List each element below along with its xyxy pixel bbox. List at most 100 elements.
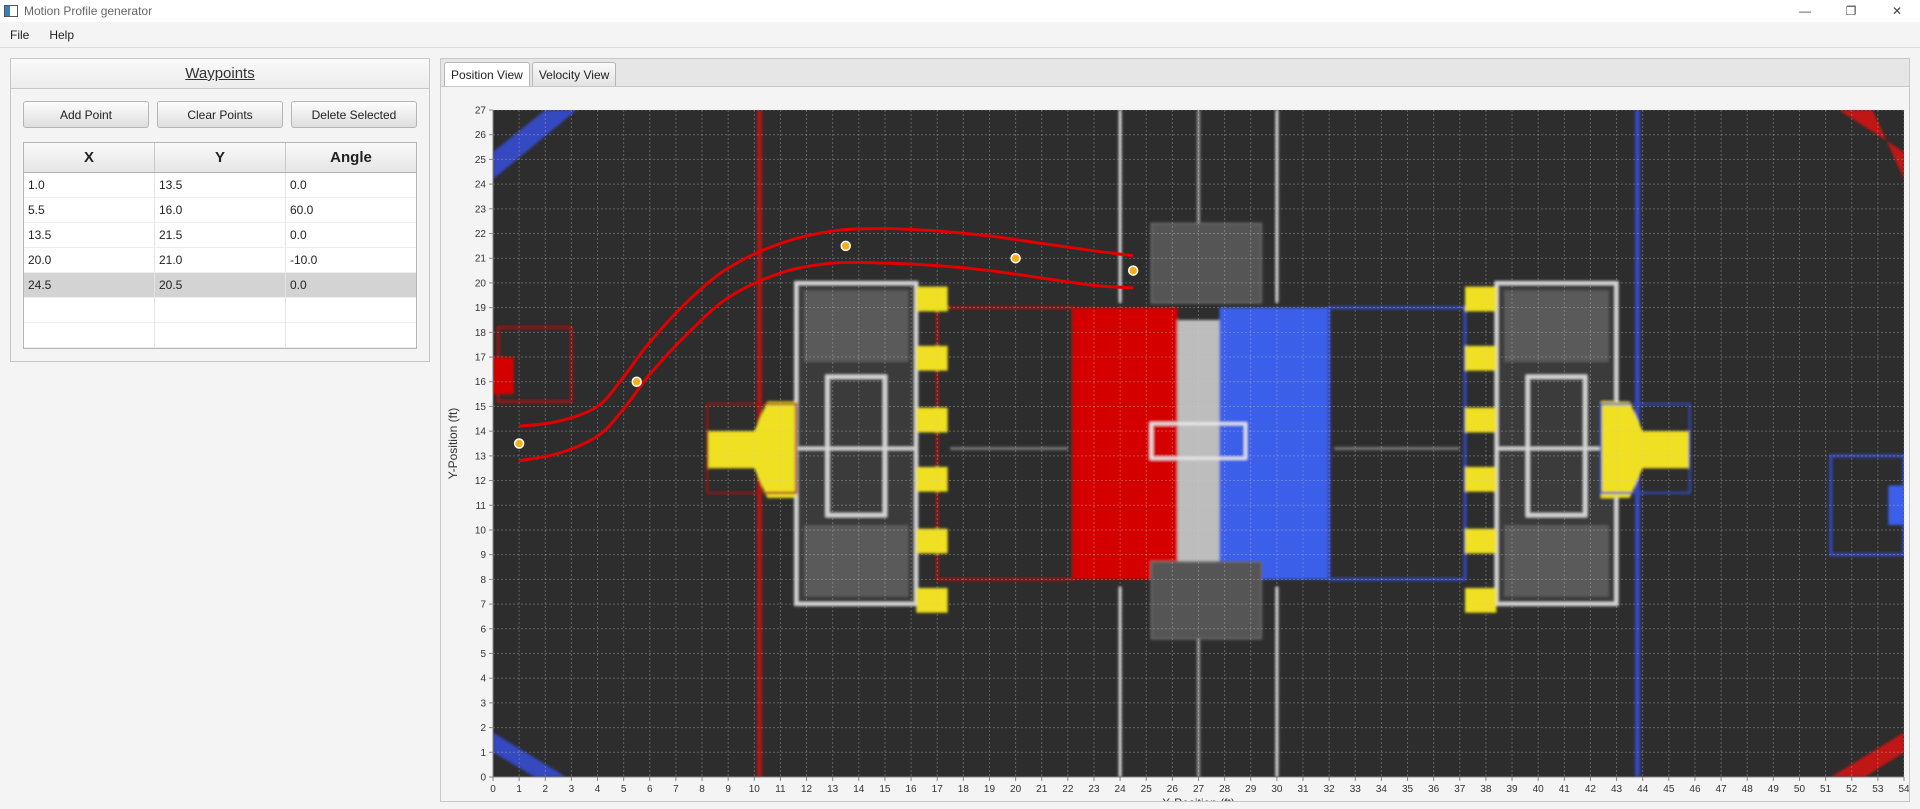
app-icon: [4, 5, 18, 17]
cell-y[interactable]: 21.5: [155, 223, 286, 247]
x-tick-label: 42: [1585, 784, 1597, 795]
menu-bar: File Help: [0, 22, 1920, 48]
empty-cell: [286, 323, 416, 347]
x-tick-label: 12: [801, 784, 813, 795]
add-point-button[interactable]: Add Point: [23, 101, 149, 128]
x-tick-label: 34: [1376, 784, 1388, 795]
x-axis-title: X-Position (ft): [1162, 796, 1235, 801]
y-tick-label: 12: [475, 476, 487, 487]
power-cube: [1465, 588, 1497, 613]
switch-plate: [1504, 525, 1609, 597]
cell-y[interactable]: 21.0: [155, 248, 286, 272]
x-tick-label: 43: [1611, 784, 1623, 795]
x-tick-label: 11: [775, 784, 786, 795]
power-cube: [916, 588, 948, 613]
cell-x[interactable]: 5.5: [24, 198, 155, 222]
cell-x[interactable]: 1.0: [24, 173, 155, 197]
x-tick-label: 0: [490, 784, 496, 795]
position-chart-svg[interactable]: 0 1 2 3 4 5 6 7 8 9 10 11 12 13 14 15 16 17 18 19 20 21 22 23 24…: [441, 88, 1910, 809]
y-tick-label: 2: [480, 723, 486, 734]
cell-x[interactable]: 24.5: [24, 273, 155, 297]
y-tick-label: 8: [480, 575, 486, 586]
cell-y[interactable]: 16.0: [155, 198, 286, 222]
x-tick-label: 2: [542, 784, 548, 795]
cell-angle[interactable]: 60.0: [286, 198, 416, 222]
x-tick-label: 24: [1115, 784, 1127, 795]
waypoints-title: Waypoints: [11, 59, 429, 89]
waypoint-marker: [840, 240, 851, 252]
restore-button[interactable]: ❐: [1828, 0, 1874, 22]
x-tick-label: 1: [516, 784, 522, 795]
x-tick-label: 26: [1167, 784, 1179, 795]
x-tick-label: 21: [1036, 784, 1048, 795]
tab-velocity-view[interactable]: Velocity View: [531, 62, 617, 86]
column-header-x[interactable]: X: [24, 143, 155, 172]
red-platform: [1073, 307, 1178, 580]
menu-file[interactable]: File: [0, 28, 39, 42]
cell-angle[interactable]: 0.0: [286, 273, 416, 297]
waypoint-marker: [1010, 252, 1021, 264]
empty-cell: [155, 323, 286, 347]
empty-cell: [24, 323, 155, 347]
column-header-y[interactable]: Y: [155, 143, 286, 172]
cell-angle[interactable]: -10.0: [286, 248, 416, 272]
cell-y[interactable]: 20.5: [155, 273, 286, 297]
table-row[interactable]: 20.0 21.0 -10.0: [24, 248, 416, 273]
y-tick-label: 1: [480, 748, 486, 759]
x-tick-label: 36: [1428, 784, 1440, 795]
y-tick-label: 5: [480, 649, 486, 660]
cell-x[interactable]: 20.0: [24, 248, 155, 272]
tab-position-view[interactable]: Position View: [444, 62, 530, 86]
cell-x[interactable]: 13.5: [24, 223, 155, 247]
switch-plate: [1504, 290, 1609, 362]
scale-plate-bottom: [1150, 561, 1263, 640]
x-tick-label: 20: [1010, 784, 1022, 795]
x-tick-label: 46: [1689, 784, 1701, 795]
y-tick-label: 3: [480, 698, 486, 709]
x-tick-label: 22: [1062, 784, 1074, 795]
x-tick-label: 7: [673, 784, 679, 795]
clear-points-button[interactable]: Clear Points: [157, 101, 283, 128]
x-tick-label: 28: [1219, 784, 1231, 795]
y-tick-label: 4: [480, 674, 486, 685]
column-header-angle[interactable]: Angle: [286, 143, 416, 172]
y-tick-label: 20: [475, 278, 487, 289]
x-tick-label: 49: [1768, 784, 1780, 795]
x-tick-label: 52: [1846, 784, 1858, 795]
x-tick-label: 13: [827, 784, 839, 795]
switch-plate: [803, 290, 909, 362]
waypoint-marker: [513, 438, 525, 449]
x-tick-label: 19: [984, 784, 996, 795]
y-tick-label: 9: [480, 550, 486, 561]
table-row[interactable]: 1.0 13.5 0.0: [24, 173, 416, 198]
table-body: 1.0 13.5 0.0 5.5 16.0 60.0 13.5 21.5 0.0 20.0 21.0…: [24, 173, 416, 348]
y-tick-label: 11: [476, 501, 487, 512]
power-cube: [1465, 466, 1497, 492]
x-tick-label: 33: [1350, 784, 1362, 795]
x-tick-label: 25: [1141, 784, 1153, 795]
y-tick-label: 6: [480, 624, 486, 635]
x-tick-label: 3: [569, 784, 575, 795]
x-tick-label: 47: [1716, 784, 1728, 795]
minimize-button[interactable]: —: [1782, 0, 1828, 22]
table-row[interactable]: 13.5 21.5 0.0: [24, 223, 416, 248]
table-row[interactable]: 5.5 16.0 60.0: [24, 198, 416, 223]
waypoint-marker: [1127, 265, 1139, 276]
delete-selected-button[interactable]: Delete Selected: [291, 101, 417, 128]
cell-y[interactable]: 13.5: [155, 173, 286, 197]
position-chart[interactable]: 0 1 2 3 4 5 6 7 8 9 10 11 12 13 14 15 16 17 18 19 20 21 22 23 24…: [441, 88, 1910, 809]
x-tick-label: 15: [879, 784, 891, 795]
cell-angle[interactable]: 0.0: [286, 223, 416, 247]
y-tick-label: 18: [475, 328, 487, 339]
x-tick-label: 23: [1088, 784, 1100, 795]
waypoints-table[interactable]: X Y Angle 1.0 13.5 0.0 5.5 16.0 60.0 13.5 21.5 0…: [23, 142, 417, 349]
x-tick-label: 40: [1533, 784, 1545, 795]
menu-help[interactable]: Help: [39, 28, 84, 42]
x-tick-label: 53: [1872, 784, 1884, 795]
close-button[interactable]: ✕: [1874, 0, 1920, 22]
power-cube: [916, 528, 948, 554]
cell-angle[interactable]: 0.0: [286, 173, 416, 197]
y-tick-label: 27: [475, 106, 487, 117]
x-tick-label: 9: [725, 784, 731, 795]
table-row[interactable]: 24.5 20.5 0.0: [24, 273, 416, 298]
